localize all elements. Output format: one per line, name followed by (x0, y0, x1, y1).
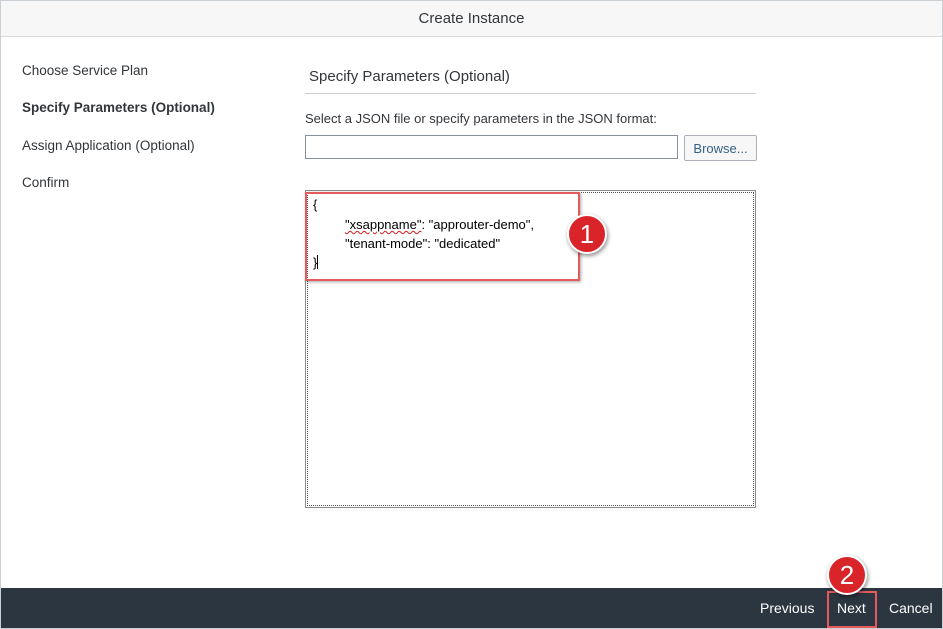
step-specify-parameters[interactable]: Specify Parameters (Optional) (22, 100, 215, 115)
step-choose-service-plan[interactable]: Choose Service Plan (22, 63, 148, 78)
step-assign-application[interactable]: Assign Application (Optional) (22, 138, 195, 153)
dialog-title: Create Instance (1, 1, 942, 37)
dialog-footer: Previous Next Cancel (1, 588, 942, 628)
json-highlight-box (305, 192, 580, 281)
instruction-text: Select a JSON file or specify parameters… (305, 111, 657, 126)
json-file-input[interactable] (305, 135, 678, 159)
callout-badge-1: 1 (567, 214, 607, 254)
section-divider (305, 93, 756, 94)
callout-badge-2: 2 (827, 555, 867, 595)
browse-button[interactable]: Browse... (684, 135, 757, 161)
step-confirm[interactable]: Confirm (22, 175, 69, 190)
cancel-button[interactable]: Cancel (889, 588, 933, 628)
create-instance-dialog: Create Instance Choose Service Plan Spec… (0, 0, 943, 629)
next-highlight-box (827, 591, 877, 628)
previous-button[interactable]: Previous (760, 588, 814, 628)
section-title: Specify Parameters (Optional) (309, 68, 510, 85)
